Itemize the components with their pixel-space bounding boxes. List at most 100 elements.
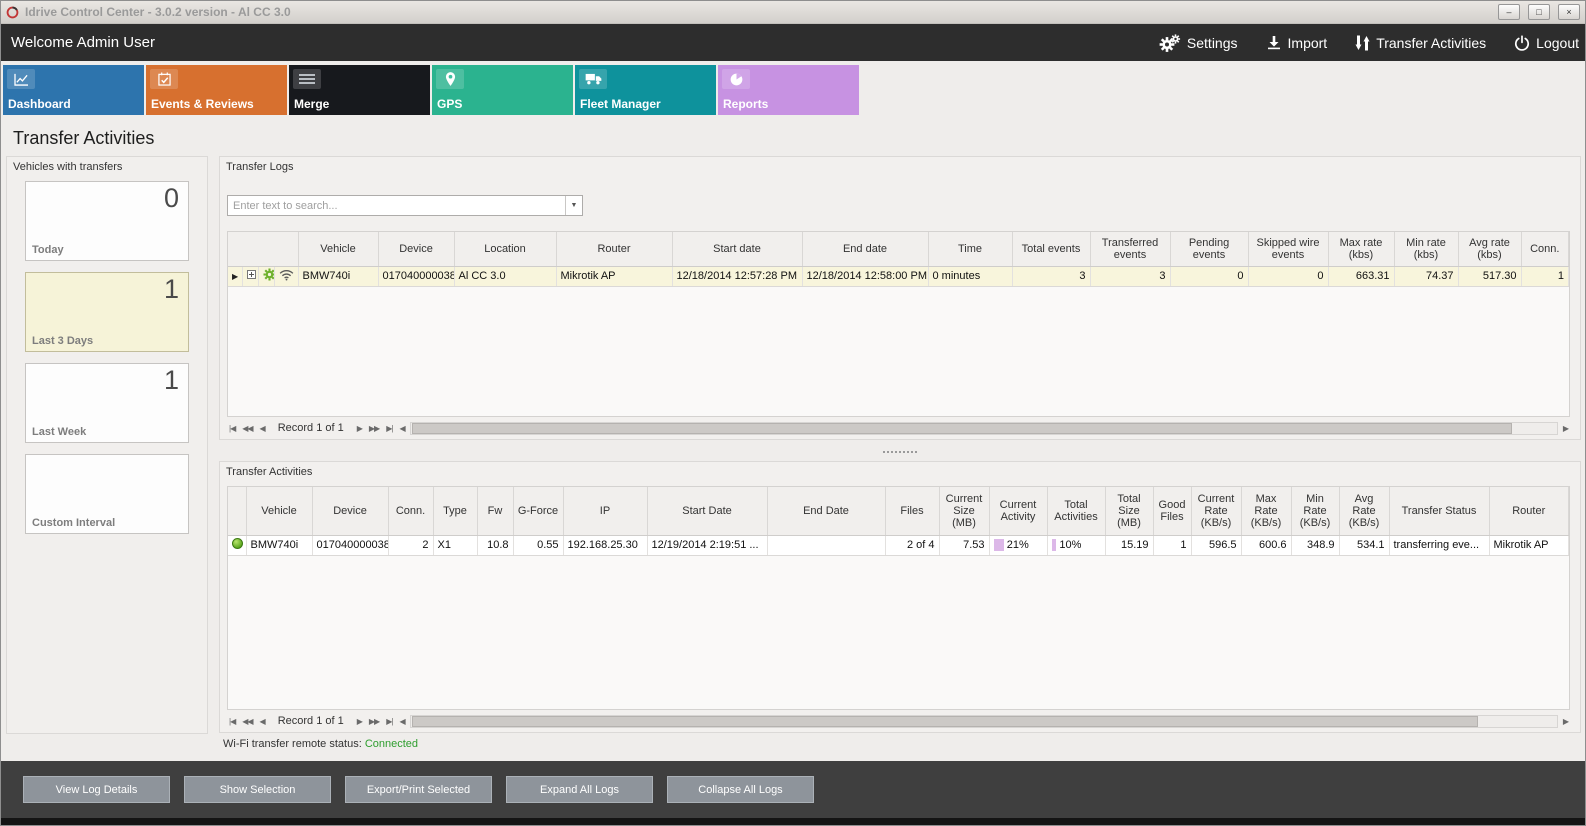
indicator-columns-header <box>228 232 298 266</box>
splitter-grip <box>883 451 917 453</box>
horizontal-scrollbar[interactable] <box>410 422 1558 435</box>
column-header-min-rate[interactable]: Min rate (kbs) <box>1394 232 1458 266</box>
nav-tile-dashboard[interactable]: Dashboard <box>3 65 144 115</box>
column-header-pending-events[interactable]: Pending events <box>1170 232 1248 266</box>
column-header-end-date[interactable]: End Date <box>767 487 885 535</box>
total-activities-progress-bar <box>1052 539 1057 551</box>
cell-avg-rate: 534.1 <box>1339 535 1389 555</box>
expand-all-logs-button[interactable]: Expand All Logs <box>506 776 653 803</box>
nav-tile-events-reviews[interactable]: Events & Reviews <box>146 65 287 115</box>
nav-tile-merge[interactable]: Merge <box>289 65 430 115</box>
expand-row-icon[interactable] <box>247 270 256 279</box>
current-activity-progress-bar <box>994 539 1004 551</box>
cell-time: 0 minutes <box>928 266 1012 286</box>
nav-tile-gps[interactable]: GPS <box>432 65 573 115</box>
last-3-days-count: 1 <box>164 274 179 305</box>
cell-transferred-events: 3 <box>1090 266 1170 286</box>
pager-next-icon[interactable]: ▶ <box>355 717 364 726</box>
column-header-transfer-status[interactable]: Transfer Status <box>1389 487 1489 535</box>
column-header-transferred-events[interactable]: Transferred events <box>1090 232 1170 266</box>
transfer-activities-button[interactable]: Transfer Activities <box>1355 35 1486 51</box>
pager-prev-icon[interactable]: ◀ <box>258 424 267 433</box>
column-header-max-rate[interactable]: Max Rate (KB/s) <box>1241 487 1291 535</box>
pager-record-text: Record 1 of 1 <box>278 422 344 434</box>
column-header-total-events[interactable]: Total events <box>1012 232 1090 266</box>
pager-last-icon[interactable]: ▶| <box>384 424 394 433</box>
filter-card-today[interactable]: 0 Today <box>25 181 189 261</box>
column-header-time[interactable]: Time <box>928 232 1012 266</box>
column-header-vehicle[interactable]: Vehicle <box>298 232 378 266</box>
column-header-skipped-wire-events[interactable]: Skipped wire events <box>1248 232 1328 266</box>
cell-skipped-wire-events: 0 <box>1248 266 1328 286</box>
filter-card-last-3-days[interactable]: 1 Last 3 Days <box>25 272 189 352</box>
column-header-ip[interactable]: IP <box>563 487 647 535</box>
pager-next-page-icon[interactable]: ▶▶ <box>367 424 381 433</box>
column-header-avg-rate[interactable]: Avg rate (kbs) <box>1458 232 1521 266</box>
search-input[interactable]: Enter text to search... ▼ <box>227 195 583 216</box>
horizontal-scrollbar[interactable] <box>410 715 1558 728</box>
hscroll-right-icon[interactable]: ▶ <box>1561 717 1570 726</box>
filter-card-last-week[interactable]: 1 Last Week <box>25 363 189 443</box>
view-log-details-button[interactable]: View Log Details <box>23 776 170 803</box>
hscroll-left-icon[interactable]: ◀ <box>397 717 406 726</box>
export-print-selected-button[interactable]: Export/Print Selected <box>345 776 492 803</box>
column-header-current-size[interactable]: Current Size (MB) <box>939 487 989 535</box>
column-header-total-size[interactable]: Total Size (MB) <box>1105 487 1153 535</box>
minimize-button[interactable]: – <box>1498 4 1520 20</box>
column-header-device[interactable]: Device <box>378 232 454 266</box>
maximize-button[interactable]: □ <box>1528 4 1550 20</box>
logout-label: Logout <box>1536 35 1579 51</box>
search-dropdown-button[interactable]: ▼ <box>565 196 582 215</box>
hscroll-right-icon[interactable]: ▶ <box>1561 424 1570 433</box>
cell-location: Al CC 3.0 <box>454 266 556 286</box>
column-header-current-activity[interactable]: Current Activity <box>989 487 1047 535</box>
pager-prev-page-icon[interactable]: ◀◀ <box>240 424 254 433</box>
column-header-files[interactable]: Files <box>885 487 939 535</box>
column-header-total-activities[interactable]: Total Activities <box>1047 487 1105 535</box>
pager-next-page-icon[interactable]: ▶▶ <box>367 717 381 726</box>
nav-tile-fleet-manager[interactable]: Fleet Manager <box>575 65 716 115</box>
scrollbar-thumb[interactable] <box>412 716 1478 727</box>
close-button[interactable]: × <box>1558 4 1580 20</box>
pager-first-icon[interactable]: |◀ <box>227 717 237 726</box>
filter-card-custom-interval[interactable]: Custom Interval <box>25 454 189 534</box>
logout-button[interactable]: Logout <box>1514 35 1579 51</box>
settings-button[interactable]: Settings <box>1159 34 1238 52</box>
column-header-current-rate[interactable]: Current Rate (KB/s) <box>1191 487 1241 535</box>
column-header-router[interactable]: Router <box>1489 487 1569 535</box>
column-header-conn[interactable]: Conn. <box>388 487 433 535</box>
transfer-activity-row[interactable]: BMW740i 017040000038 2 X1 10.8 0.55 192.… <box>228 535 1569 555</box>
pie-chart-icon <box>722 69 750 89</box>
column-header-conn[interactable]: Conn. <box>1521 232 1569 266</box>
column-header-g-force[interactable]: G-Force <box>513 487 563 535</box>
collapse-all-logs-button[interactable]: Collapse All Logs <box>667 776 814 803</box>
column-header-good-files[interactable]: Good Files <box>1153 487 1191 535</box>
column-header-router[interactable]: Router <box>556 232 672 266</box>
hscroll-left-icon[interactable]: ◀ <box>397 424 406 433</box>
footer-toolbar: View Log Details Show Selection Export/P… <box>1 761 1585 818</box>
pager-prev-page-icon[interactable]: ◀◀ <box>240 717 254 726</box>
column-header-location[interactable]: Location <box>454 232 556 266</box>
scrollbar-thumb[interactable] <box>412 423 1512 434</box>
show-selection-button[interactable]: Show Selection <box>184 776 331 803</box>
pager-last-icon[interactable]: ▶| <box>384 717 394 726</box>
column-header-device[interactable]: Device <box>312 487 388 535</box>
column-header-start-date[interactable]: Start Date <box>647 487 767 535</box>
pager-prev-icon[interactable]: ◀ <box>258 717 267 726</box>
column-header-end-date[interactable]: End date <box>802 232 928 266</box>
column-header-avg-rate[interactable]: Avg Rate (KB/s) <box>1339 487 1389 535</box>
transfer-log-row[interactable]: ▶ <box>228 266 1569 286</box>
panel-splitter[interactable] <box>219 442 1581 461</box>
pager-next-icon[interactable]: ▶ <box>355 424 364 433</box>
column-header-start-date[interactable]: Start date <box>672 232 802 266</box>
cell-transfer-status: transferring eve... <box>1389 535 1489 555</box>
import-button[interactable]: Import <box>1266 35 1328 51</box>
column-header-max-rate[interactable]: Max rate (kbs) <box>1328 232 1394 266</box>
column-header-min-rate[interactable]: Min Rate (KB/s) <box>1291 487 1339 535</box>
nav-tile-reports[interactable]: Reports <box>718 65 859 115</box>
total-activities-percent: 10% <box>1059 539 1081 551</box>
column-header-type[interactable]: Type <box>433 487 477 535</box>
pager-first-icon[interactable]: |◀ <box>227 424 237 433</box>
column-header-fw[interactable]: Fw <box>477 487 513 535</box>
column-header-vehicle[interactable]: Vehicle <box>246 487 312 535</box>
